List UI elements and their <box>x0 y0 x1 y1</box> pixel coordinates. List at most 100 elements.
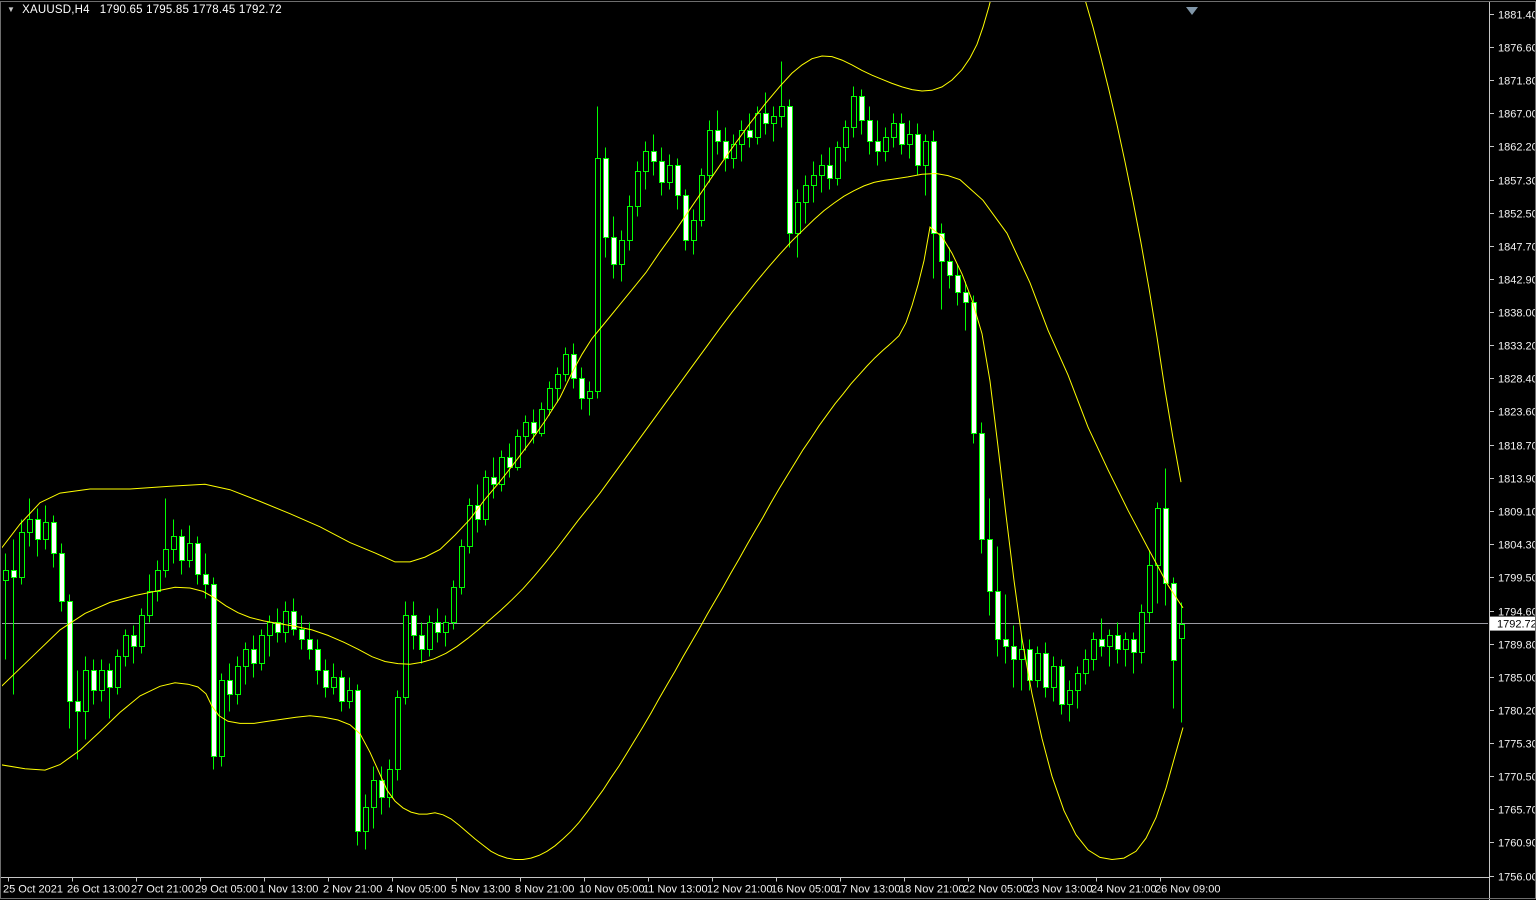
candle-body-bull <box>811 175 817 186</box>
time-tick-label: 1 Nov 13:00 <box>259 884 318 896</box>
candle-body-bear <box>203 574 209 585</box>
candle-body-bear <box>491 477 497 485</box>
candle-body-bear <box>1131 639 1137 653</box>
candle-body-bull <box>771 116 777 124</box>
candle-body-bull <box>27 519 33 533</box>
candle-body-bull <box>123 635 129 657</box>
price-tick-label: 1842.90 <box>1498 275 1536 287</box>
candle-body-bear <box>299 629 305 640</box>
candle-body-bull <box>1075 673 1081 691</box>
time-tick-label: 16 Nov 05:00 <box>771 884 836 896</box>
candle <box>403 601 409 705</box>
current-price-label: 1792.72 <box>1497 619 1536 631</box>
candle-body-bull <box>1067 690 1073 705</box>
chart-shift-marker-icon[interactable] <box>1186 7 1198 15</box>
candle-body-bull <box>459 546 465 588</box>
symbol-header[interactable]: ▼ XAUUSD,H4 1790.65 1795.85 1778.45 1792… <box>7 4 282 16</box>
candle-body-bear <box>11 570 17 578</box>
candle-body-bear <box>579 378 585 399</box>
candle-body-bear <box>131 635 137 647</box>
candle-body-bear <box>1099 639 1105 647</box>
chart-window: 1881.40 1876.60 1871.80 1867.00 1862.20 1857.… <box>0 0 1536 900</box>
candle-body-bull <box>587 391 593 399</box>
price-tick-label: 1780.20 <box>1498 706 1536 718</box>
candle-body-bull <box>331 677 337 688</box>
price-tick-label: 1881.40 <box>1498 10 1536 22</box>
candle-body-bear <box>675 165 681 196</box>
candle-body-bull <box>3 570 9 581</box>
candle-body-bear <box>1163 508 1169 584</box>
candle <box>971 295 977 444</box>
price-tick-label: 1785.00 <box>1498 673 1536 685</box>
candle-body-bull <box>1107 635 1113 647</box>
candle-body-bear <box>995 591 1001 640</box>
candle-body-bear <box>227 680 233 695</box>
price-tick-label: 1760.90 <box>1498 838 1536 850</box>
candle-body-bear <box>91 670 97 691</box>
candle-body-bull <box>443 622 449 633</box>
candle-body-bull <box>523 422 529 437</box>
candle-body-bear <box>531 422 537 434</box>
candle-body-bear <box>339 677 345 702</box>
candle-body-bull <box>1091 639 1097 660</box>
candle-body-bull <box>835 147 841 179</box>
candle-body-bull <box>923 141 929 166</box>
candle-body-bull <box>1051 666 1057 688</box>
time-tick-label: 5 Nov 13:00 <box>451 884 510 896</box>
candle-body-bull <box>1139 612 1145 653</box>
price-tick-label: 1862.20 <box>1498 142 1536 154</box>
candle-body-bull <box>139 615 145 647</box>
candle <box>355 684 361 846</box>
candle-body-bear <box>963 292 969 303</box>
candle-body-bull <box>451 587 457 623</box>
candle-body-bull <box>387 769 393 798</box>
candle-body-bear <box>859 96 865 121</box>
candle-body-bear <box>475 505 481 520</box>
candle-body-bull <box>803 185 809 203</box>
candle-body-bear <box>867 120 873 142</box>
candle-body-bear <box>931 141 937 234</box>
candle-body-bull <box>795 202 801 234</box>
price-tick-label: 1871.80 <box>1498 76 1536 88</box>
symbol-dropdown-icon[interactable]: ▼ <box>7 6 15 14</box>
candle-body-bull <box>163 549 169 571</box>
symbol-timeframe-label: XAUUSD,H4 <box>22 4 90 16</box>
candle-body-bull <box>363 807 369 832</box>
candle-body-bull <box>779 106 785 117</box>
candle-body-bull <box>731 144 737 159</box>
candle-body-bull <box>883 137 889 152</box>
candle-body-bull <box>643 151 649 172</box>
price-tick-label: 1847.70 <box>1498 242 1536 254</box>
candle-body-bear <box>251 649 257 664</box>
price-tick-label: 1818.70 <box>1498 441 1536 453</box>
candle-body-bull <box>235 666 241 695</box>
candle-body-bull <box>1035 653 1041 681</box>
candle-body-bear <box>715 130 721 142</box>
time-tick-label: 22 Nov 05:00 <box>963 884 1028 896</box>
time-tick-label: 26 Oct 13:00 <box>67 884 130 896</box>
candle-body-bull <box>403 615 409 698</box>
time-tick-label: 24 Nov 21:00 <box>1091 884 1156 896</box>
candle-body-bull <box>547 388 553 410</box>
candle-body-bear <box>947 261 953 276</box>
candle-body-bear <box>307 639 313 650</box>
time-tick-label: 17 Nov 13:00 <box>835 884 900 896</box>
candle <box>219 673 225 767</box>
price-tick-label: 1823.60 <box>1498 407 1536 419</box>
candle-body-bull <box>635 171 641 207</box>
candle-body-bear <box>659 161 665 183</box>
candle-body-bull <box>819 165 825 176</box>
candle <box>211 577 217 770</box>
candle-body-bull <box>467 505 473 547</box>
candle-body-bear <box>323 670 329 688</box>
candle-body-bull <box>755 113 761 138</box>
candle-body-bear <box>611 237 617 265</box>
candle-body-bull <box>1123 639 1129 650</box>
candle-body-bull <box>851 96 857 128</box>
candle-body-bull <box>595 158 601 392</box>
price-chart[interactable]: 1881.40 1876.60 1871.80 1867.00 1862.20 1857.… <box>0 0 1536 900</box>
candle-body-bear <box>955 275 961 293</box>
candle-body-bull <box>427 622 433 650</box>
candle <box>395 690 401 781</box>
candle-body-bull <box>555 374 561 389</box>
